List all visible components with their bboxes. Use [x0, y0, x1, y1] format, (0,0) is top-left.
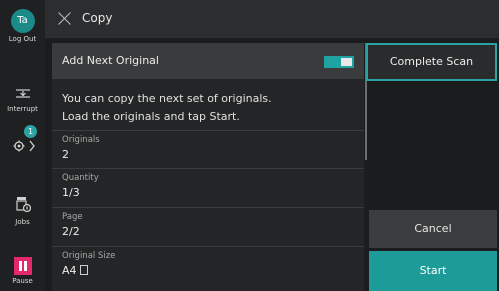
original-size-label: Original Size	[62, 251, 116, 261]
message-line-2: Load the originals and tap Start.	[62, 110, 240, 123]
jobs-icon	[15, 197, 31, 213]
logout-label: Log Out	[8, 35, 37, 43]
pause-label: Pause	[12, 277, 33, 285]
portrait-orientation-icon	[79, 265, 88, 275]
message-line-1: You can copy the next set of originals.	[62, 92, 272, 105]
avatar: Ta	[10, 9, 35, 33]
jobs-button[interactable]: Jobs	[0, 196, 45, 226]
instruction-message: You can copy the next set of originals. …	[62, 90, 272, 126]
complete-scan-button[interactable]: Complete Scan	[366, 43, 497, 81]
original-size-value: A4	[62, 264, 77, 277]
left-rail: Ta Log Out Interrupt 1 Jobs Pause	[0, 0, 45, 291]
cancel-button[interactable]: Cancel	[369, 210, 497, 248]
add-next-original-row[interactable]: Add Next Original	[52, 43, 364, 79]
interrupt-label: Interrupt	[7, 105, 38, 113]
gear-icon	[13, 140, 35, 152]
toggle-knob	[341, 58, 352, 66]
interrupt-button[interactable]: Interrupt	[0, 84, 45, 113]
page-value: 2/2	[62, 225, 80, 238]
quantity-value: 1/3	[62, 186, 80, 199]
jobs-label: Jobs	[15, 218, 30, 226]
originals-label: Originals	[62, 135, 100, 145]
quantity-field: Quantity 1/3	[52, 168, 364, 206]
close-icon[interactable]	[58, 11, 72, 25]
settings-button[interactable]	[0, 138, 45, 157]
originals-field: Originals 2	[52, 130, 364, 168]
page-title: Copy	[82, 11, 113, 25]
originals-value: 2	[62, 148, 69, 161]
logout-button[interactable]: Ta Log Out	[0, 9, 45, 43]
original-size-value-wrap: A4	[62, 264, 88, 277]
page-field: Page 2/2	[52, 207, 364, 245]
add-next-original-toggle[interactable]	[324, 56, 354, 68]
original-size-field: Original Size A4	[52, 246, 364, 284]
pause-button[interactable]: Pause	[0, 257, 45, 285]
pause-icon	[13, 257, 32, 275]
page-label: Page	[62, 212, 83, 222]
quantity-label: Quantity	[62, 173, 99, 183]
start-button[interactable]: Start	[369, 251, 497, 291]
header-bar	[45, 0, 499, 38]
settings-badge: 1	[24, 125, 37, 138]
interrupt-icon	[15, 89, 30, 98]
add-next-original-label: Add Next Original	[62, 54, 159, 67]
